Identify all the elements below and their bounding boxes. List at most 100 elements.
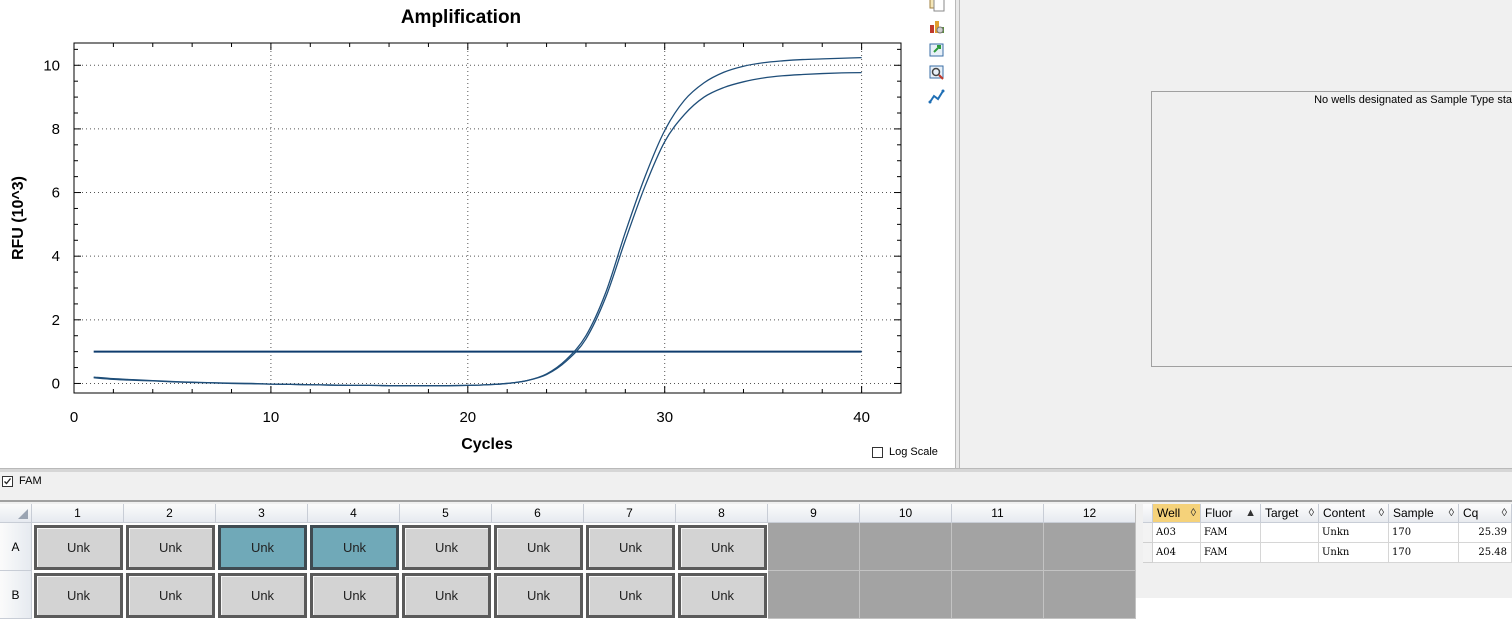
plate-column-header[interactable]: 9 — [768, 504, 860, 523]
plate-well[interactable] — [1044, 571, 1136, 619]
sort-icon[interactable]: ◊ — [1379, 504, 1384, 522]
check-icon — [4, 477, 12, 484]
plate-well[interactable]: Unk — [586, 573, 675, 618]
log-scale-toggle[interactable]: Log Scale — [872, 446, 938, 458]
plate-column-header[interactable]: 2 — [124, 504, 216, 523]
table-cell[interactable]: 170 — [1389, 543, 1459, 563]
table-cell[interactable]: FAM — [1201, 523, 1261, 543]
plate-column-header[interactable]: 12 — [1044, 504, 1136, 523]
log-scale-checkbox[interactable] — [872, 446, 883, 458]
plate-column-header[interactable]: 5 — [400, 504, 492, 523]
table-cell[interactable] — [1261, 523, 1319, 543]
table-cell[interactable]: FAM — [1201, 543, 1261, 563]
plate-view: 1 2 3 4 5 6 7 8 9 10 11 12 A Unk Unk Unk Unk Unk Unk Unk Unk… — [0, 504, 1136, 619]
table-cell[interactable]: 170 — [1389, 523, 1459, 543]
y-tick-label: 8 — [52, 121, 60, 138]
table-cell[interactable]: 25.48 — [1459, 543, 1512, 563]
fam-checkbox[interactable] — [2, 475, 13, 487]
column-header-label: Cq — [1463, 506, 1479, 520]
results-table: Well ◊ Fluor ▲ Target ◊ Content ◊ Sample ◊ Cq ◊ A03 F… — [1143, 504, 1512, 598]
fluor-filter-fam[interactable]: FAM — [2, 475, 42, 487]
plate-well[interactable]: Unk — [678, 525, 767, 570]
plate-well[interactable]: Unk — [126, 525, 215, 570]
plate-well[interactable] — [952, 523, 1044, 571]
chart-title: Amplification — [401, 7, 521, 28]
column-header-well[interactable]: Well ◊ — [1153, 504, 1201, 523]
plate-column-header[interactable]: 1 — [32, 504, 124, 523]
fluor-filter-bar — [0, 472, 1512, 500]
column-header-label: Well — [1157, 506, 1181, 520]
column-header-target[interactable]: Target ◊ — [1261, 504, 1319, 523]
plate-column-header[interactable]: 4 — [308, 504, 400, 523]
export-icon[interactable] — [928, 41, 946, 59]
table-cell[interactable]: 25.39 — [1459, 523, 1512, 543]
sort-icon[interactable]: ◊ — [1449, 504, 1454, 522]
column-header-sample[interactable]: Sample ◊ — [1389, 504, 1459, 523]
plate-well[interactable]: Unk — [494, 573, 583, 618]
plate-well[interactable]: Unk — [402, 525, 491, 570]
plate-column-header[interactable]: 11 — [952, 504, 1044, 523]
plate-column-header[interactable]: 10 — [860, 504, 952, 523]
plate-well[interactable]: Unk — [310, 525, 399, 570]
column-header-label: Content — [1323, 506, 1366, 520]
plate-column-header[interactable]: 6 — [492, 504, 584, 523]
plate-well[interactable]: Unk — [218, 573, 307, 618]
plate-well[interactable]: Unk — [34, 573, 123, 618]
plate-well[interactable]: Unk — [678, 573, 767, 618]
column-header-label: Target — [1265, 506, 1299, 520]
plate-well[interactable] — [952, 571, 1044, 619]
plate-well[interactable] — [1044, 523, 1136, 571]
fam-label: FAM — [19, 475, 42, 487]
table-cell[interactable]: Unkn — [1319, 523, 1389, 543]
row-selector[interactable] — [1143, 543, 1153, 563]
plate-well[interactable] — [860, 571, 952, 619]
plate-row-header[interactable]: B — [0, 571, 32, 619]
plate-well[interactable]: Unk — [126, 573, 215, 618]
y-tick-label: 10 — [43, 57, 60, 74]
sort-icon[interactable]: ◊ — [1502, 504, 1507, 522]
select-all-icon — [18, 509, 28, 519]
y-tick-label: 0 — [52, 375, 60, 392]
plate-column-header[interactable]: 8 — [676, 504, 768, 523]
row-selector[interactable] — [1143, 523, 1153, 543]
column-header-fluor[interactable]: Fluor ▲ — [1201, 504, 1261, 523]
table-cell[interactable]: Unkn — [1319, 543, 1389, 563]
plate-column-header[interactable]: 3 — [216, 504, 308, 523]
plate-well[interactable]: Unk — [218, 525, 307, 570]
sort-icon[interactable]: ▲ — [1245, 504, 1256, 522]
plate-column-header[interactable]: 7 — [584, 504, 676, 523]
plate-well[interactable]: Unk — [310, 573, 399, 618]
table-cell[interactable]: A04 — [1153, 543, 1201, 563]
standard-curve-message: No wells designated as Sample Type sta — [1314, 94, 1512, 106]
copy-icon[interactable] — [928, 0, 946, 12]
x-tick-label: 20 — [459, 409, 476, 426]
plate-well[interactable] — [860, 523, 952, 571]
plate-well[interactable]: Unk — [34, 525, 123, 570]
sort-icon[interactable]: ◊ — [1309, 504, 1314, 522]
line-chart-icon[interactable] — [928, 87, 946, 105]
plate-corner[interactable] — [0, 504, 32, 523]
plate-well[interactable]: Unk — [586, 525, 675, 570]
y-tick-label: 6 — [52, 185, 60, 202]
plate-row-header[interactable]: A — [0, 523, 32, 571]
plate-well[interactable] — [768, 571, 860, 619]
chart-settings-icon[interactable] — [928, 17, 946, 35]
x-tick-label: 10 — [263, 409, 280, 426]
y-axis-label: RFU (10^3) — [10, 176, 27, 260]
column-header-content[interactable]: Content ◊ — [1319, 504, 1389, 523]
standard-curve-box — [1151, 91, 1512, 367]
column-header-label: Fluor — [1205, 506, 1233, 520]
plate-well[interactable] — [768, 523, 860, 571]
table-cell[interactable] — [1261, 543, 1319, 563]
amplification-chart-panel: Amplification 0 10 20 30 40 0 2 4 6 8 10 Cycles RF… — [0, 0, 955, 468]
y-tick-label: 2 — [52, 312, 60, 329]
plot-area — [73, 42, 902, 394]
plate-well[interactable]: Unk — [402, 573, 491, 618]
plate-well[interactable]: Unk — [494, 525, 583, 570]
table-corner — [1143, 504, 1153, 523]
sort-icon[interactable]: ◊ — [1191, 504, 1196, 522]
column-header-cq[interactable]: Cq ◊ — [1459, 504, 1512, 523]
zoom-icon[interactable] — [928, 63, 946, 81]
table-cell[interactable]: A03 — [1153, 523, 1201, 543]
panel-splitter[interactable] — [1135, 504, 1143, 598]
